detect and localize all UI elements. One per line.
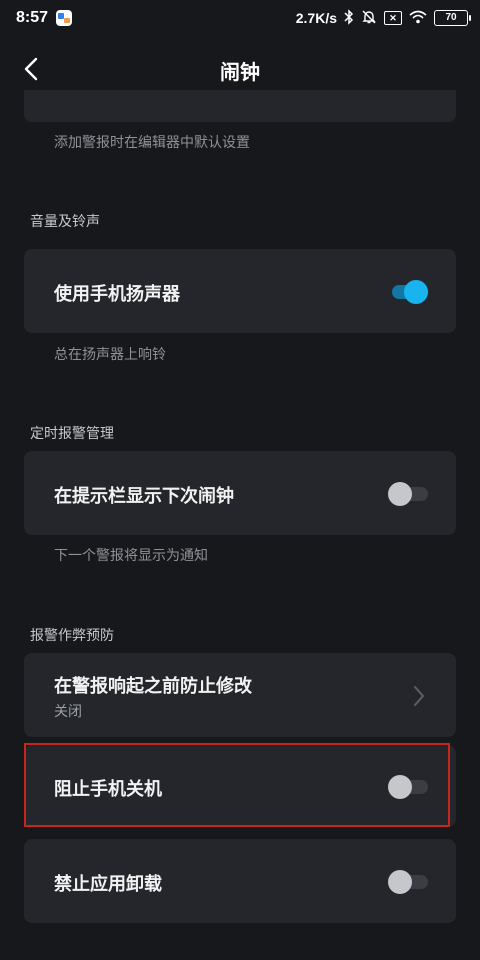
row-prevent-uninstall[interactable]: 禁止应用卸载 xyxy=(24,839,456,923)
battery-icon: 70 xyxy=(434,10,471,26)
toggle-knob xyxy=(388,870,412,894)
bluetooth-icon xyxy=(344,8,354,28)
section-title-alarm-management: 定时报警管理 xyxy=(30,426,114,442)
row-sub-value: 关闭 xyxy=(54,704,82,720)
prevent-uninstall-toggle[interactable] xyxy=(388,870,428,894)
mute-bell-icon xyxy=(361,9,377,28)
app-icon xyxy=(56,10,73,26)
next-alarm-hint: 下一个警报将显示为通知 xyxy=(54,548,208,564)
row-label: 在提示栏显示下次闹钟 xyxy=(54,486,234,507)
toggle-knob xyxy=(404,280,428,304)
status-time: 8:57 xyxy=(16,9,49,26)
speaker-toggle[interactable] xyxy=(388,280,428,304)
toggle-knob xyxy=(388,482,412,506)
row-use-speaker[interactable]: 使用手机扬声器 xyxy=(24,249,456,333)
row-prevent-modification[interactable]: 在警报响起之前防止修改 关闭 xyxy=(24,653,456,737)
row-label: 使用手机扬声器 xyxy=(54,284,180,305)
page-title: 闹钟 xyxy=(220,60,260,84)
network-speed: 2.7K/s xyxy=(295,10,337,26)
sim-off-icon: ✕ xyxy=(384,11,402,25)
status-bar: 8:57 2.7K/s ✕ 70 xyxy=(0,0,480,36)
top-hint: 添加警报时在编辑器中默认设置 xyxy=(54,135,250,151)
row-label: 在警报响起之前防止修改 xyxy=(54,676,252,697)
next-alarm-toggle[interactable] xyxy=(388,482,428,506)
row-show-next-alarm[interactable]: 在提示栏显示下次闹钟 xyxy=(24,451,456,535)
highlight-box xyxy=(24,743,450,827)
chevron-right-icon xyxy=(414,686,424,706)
row-label: 禁止应用卸载 xyxy=(54,874,162,895)
wifi-icon xyxy=(409,10,427,27)
section-title-volume: 音量及铃声 xyxy=(30,214,100,230)
partial-card[interactable] xyxy=(24,90,456,122)
section-title-anti-cheat: 报警作弊预防 xyxy=(30,628,114,644)
speaker-hint: 总在扬声器上响铃 xyxy=(54,347,166,363)
